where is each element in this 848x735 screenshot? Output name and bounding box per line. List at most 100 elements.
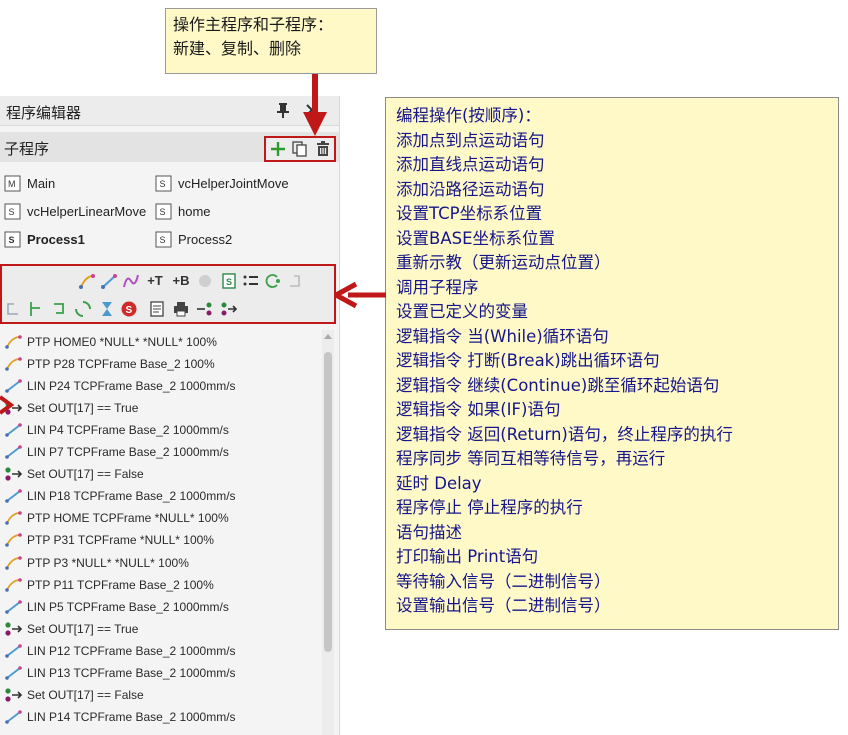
- statement-row[interactable]: PTP HOME TCPFrame *NULL* 100%: [4, 509, 229, 528]
- statement-text: LIN P5 TCPFrame Base_2 1000mm/s: [27, 599, 229, 614]
- callout-line: 添加直线点运动语句: [396, 155, 545, 174]
- delay-icon[interactable]: [98, 300, 116, 318]
- svg-text:M: M: [8, 179, 16, 189]
- statement-text: Set OUT[17] == True: [27, 621, 139, 636]
- statement-row[interactable]: LIN P7 TCPFrame Base_2 1000mm/s: [4, 443, 229, 462]
- return-icon[interactable]: [50, 300, 68, 318]
- callout-line: 设置TCP坐标系位置: [396, 204, 543, 223]
- set-base-icon[interactable]: +B: [170, 272, 192, 290]
- statement-row[interactable]: PTP P28 TCPFrame Base_2 100%: [4, 354, 215, 373]
- path-motion-icon[interactable]: [122, 272, 140, 290]
- callout-line: 等待输入信号（二进制信号）: [396, 571, 611, 591]
- set-output-icon: [5, 622, 23, 636]
- ptp-motion-icon: [5, 555, 22, 570]
- routine-item[interactable]: S Process2: [155, 228, 232, 250]
- statement-row[interactable]: LIN P24 TCPFrame Base_2 1000mm/s: [4, 376, 236, 395]
- callout-line: 程序停止 停止程序的执行: [396, 498, 583, 517]
- callout-top-line: 新建、复制、删除: [173, 39, 302, 58]
- routine-item[interactable]: S vcHelperJointMove: [155, 172, 289, 194]
- statement-row[interactable]: PTP P11 TCPFrame Base_2 100%: [4, 575, 214, 594]
- statement-text: Set OUT[17] == False: [27, 688, 144, 703]
- subroutine-icon: S: [155, 175, 172, 191]
- statement-row[interactable]: LIN P5 TCPFrame Base_2 1000mm/s: [4, 597, 229, 616]
- statement-row[interactable]: LIN P18 TCPFrame Base_2 1000mm/s: [4, 487, 236, 506]
- routine-label: home: [178, 203, 211, 219]
- add-routine-icon[interactable]: [269, 140, 287, 158]
- scroll-up-icon[interactable]: [323, 332, 333, 342]
- callout-line: 重新示教（更新运动点位置）: [396, 253, 611, 272]
- define-variable-icon[interactable]: [242, 272, 260, 290]
- statement-row[interactable]: LIN P14 TCPFrame Base_2 1000mm/s: [4, 708, 236, 727]
- ptp-motion-icon[interactable]: [78, 272, 96, 290]
- delete-routine-icon[interactable]: [314, 140, 332, 158]
- callout-line: 设置已定义的变量: [396, 302, 528, 321]
- reteach-icon[interactable]: [196, 272, 214, 290]
- linear-motion-icon[interactable]: [100, 272, 118, 290]
- routine-label: vcHelperJointMove: [178, 175, 289, 191]
- break-icon[interactable]: [286, 272, 304, 290]
- pin-icon[interactable]: [276, 101, 290, 119]
- routine-item-selected[interactable]: S Process1: [4, 228, 85, 250]
- statement-text: PTP P31 TCPFrame *NULL* 100%: [27, 533, 214, 548]
- right-arrow-icon: [0, 395, 14, 415]
- copy-routine-icon[interactable]: [291, 140, 309, 158]
- callout-line: 逻辑指令 打断(Break)跳出循环语句: [396, 351, 660, 370]
- statement-text: LIN P24 TCPFrame Base_2 1000mm/s: [27, 378, 236, 393]
- statement-row[interactable]: PTP HOME0 *NULL* *NULL* 100%: [4, 332, 217, 351]
- stop-icon[interactable]: S: [120, 300, 138, 318]
- svg-text:S: S: [126, 305, 133, 316]
- linear-motion-icon: [5, 599, 22, 614]
- ptp-motion-icon: [5, 334, 22, 349]
- statement-row[interactable]: PTP P3 *NULL* *NULL* 100%: [4, 553, 189, 572]
- svg-text:S: S: [160, 207, 166, 217]
- statement-row[interactable]: LIN P4 TCPFrame Base_2 1000mm/s: [4, 420, 229, 439]
- statement-text: PTP HOME0 *NULL* *NULL* 100%: [27, 334, 217, 349]
- routine-label: Process2: [178, 231, 233, 247]
- routine-item[interactable]: S home: [155, 200, 211, 222]
- scroll-thumb[interactable]: [324, 352, 332, 652]
- set-output-icon[interactable]: [220, 300, 238, 318]
- call-subroutine-icon[interactable]: S: [220, 272, 238, 290]
- comment-icon[interactable]: [148, 300, 166, 318]
- statement-row[interactable]: Set OUT[17] == True: [4, 619, 138, 638]
- callout-line: 编程操作(按顺序)：: [396, 106, 541, 125]
- statement-text: PTP P3 *NULL* *NULL* 100%: [27, 555, 189, 570]
- statement-row[interactable]: LIN P13 TCPFrame Base_2 1000mm/s: [4, 664, 236, 683]
- svg-text:S: S: [226, 277, 232, 287]
- callout-line: 语句描述: [396, 522, 462, 542]
- callout-line: 逻辑指令 如果(IF)语句: [396, 400, 561, 419]
- statement-row[interactable]: Set OUT[17] == False: [4, 465, 144, 484]
- callout-line: 逻辑指令 返回(Return)语句，终止程序的执行: [396, 424, 733, 444]
- subroutine-action-group: [264, 136, 336, 162]
- statement-row[interactable]: LIN P12 TCPFrame Base_2 1000mm/s: [4, 641, 236, 660]
- callout-programming-operations: 编程操作(按顺序)： 添加点到点运动语句 添加直线点运动语句 添加沿路径运动语句 设置T…: [385, 97, 839, 630]
- print-icon[interactable]: [172, 300, 190, 318]
- linear-motion-icon: [5, 423, 22, 437]
- linear-motion-icon: [5, 378, 22, 393]
- callout-routine-operations: 操作主程序和子程序： 新建、复制、删除: [165, 8, 377, 74]
- statement-row[interactable]: Set OUT[17] == False: [4, 686, 144, 705]
- statement-row[interactable]: PTP P31 TCPFrame *NULL* 100%: [4, 531, 214, 550]
- statement-row[interactable]: Set OUT[17] == True: [4, 398, 138, 417]
- if-icon[interactable]: [26, 300, 44, 318]
- routine-item[interactable]: S vcHelperLinearMove: [4, 200, 146, 222]
- main-routine-icon: M: [4, 175, 21, 191]
- routine-label: Process1: [27, 231, 85, 247]
- ptp-motion-icon: [5, 511, 22, 526]
- callout-line: 添加点到点运动语句: [396, 130, 545, 150]
- set-output-icon: [5, 467, 23, 481]
- subroutine-header-label: 子程序: [4, 141, 50, 158]
- statement-scrollbar[interactable]: [322, 330, 334, 735]
- routine-item[interactable]: M Main: [4, 172, 55, 194]
- sync-icon[interactable]: [74, 300, 92, 318]
- continue-icon[interactable]: [4, 300, 22, 318]
- wait-input-icon[interactable]: [196, 300, 214, 318]
- set-tcp-icon[interactable]: +T: [144, 272, 166, 290]
- while-loop-icon[interactable]: [264, 272, 282, 290]
- subroutine-icon: S: [155, 203, 172, 219]
- statement-toolbar: +T +B S S: [0, 264, 336, 324]
- statement-text: PTP HOME TCPFrame *NULL* 100%: [27, 511, 229, 526]
- linear-motion-icon: [5, 710, 22, 724]
- callout-top-line: 操作主程序和子程序：: [173, 15, 334, 34]
- callout-line: 逻辑指令 继续(Continue)跳至循环起始语句: [396, 375, 720, 395]
